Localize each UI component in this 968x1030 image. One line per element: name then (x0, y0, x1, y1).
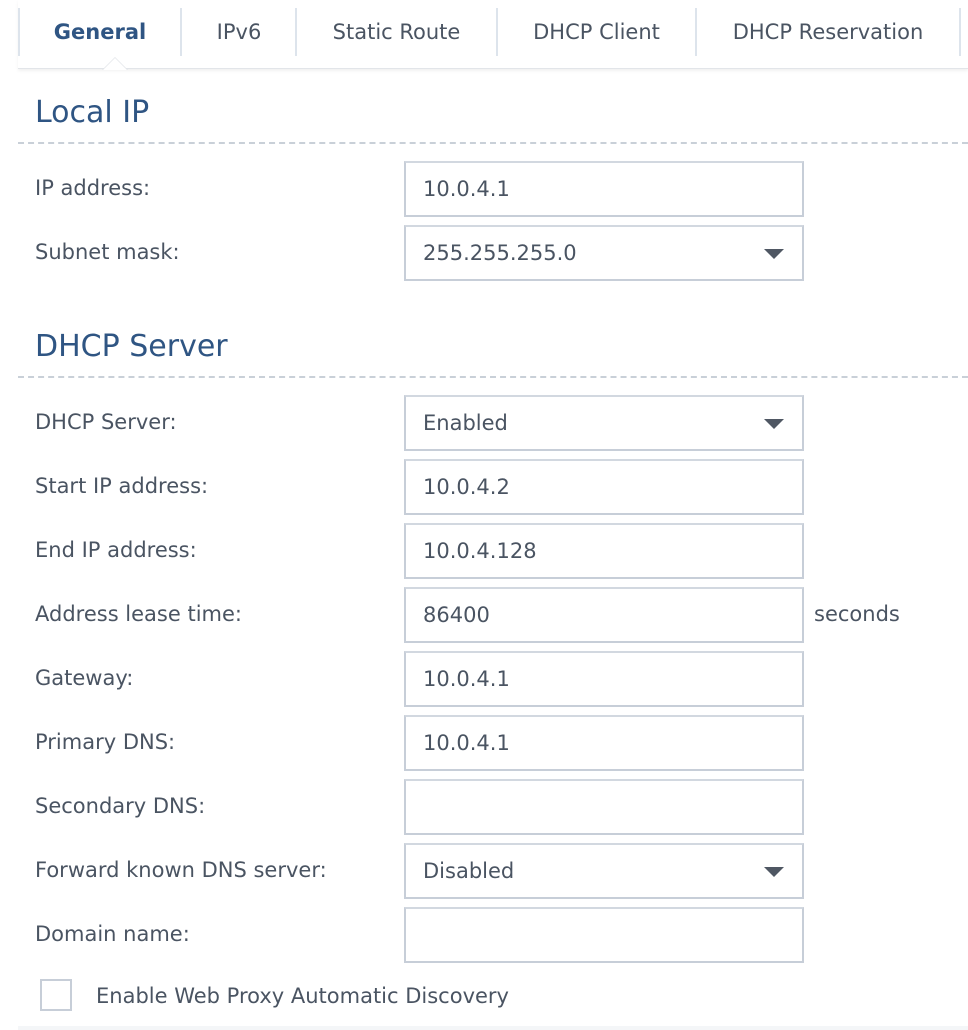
tab-bar: General IPv6 Static Route DHCP Client DH… (18, 0, 968, 70)
primary-dns-label: Primary DNS: (35, 730, 176, 754)
start-ip-input[interactable] (406, 461, 763, 513)
tab-ipv6[interactable]: IPv6 (182, 8, 296, 56)
dhcp-server-label: DHCP Server: (35, 410, 177, 434)
bottom-divider (18, 1026, 968, 1030)
ip-address-label: IP address: (35, 176, 151, 200)
section-divider (18, 142, 968, 144)
tab-dhcp-reservation[interactable]: DHCP Reservation (697, 8, 959, 56)
tab-static-route[interactable]: Static Route (297, 8, 496, 56)
forward-dns-select[interactable]: Disabled (404, 843, 804, 899)
forward-dns-value: Disabled (423, 859, 515, 883)
end-ip-label: End IP address: (35, 538, 197, 562)
secondary-dns-input[interactable] (406, 781, 763, 833)
tab-dhcp-client[interactable]: DHCP Client (498, 8, 695, 56)
ip-address-field-box (404, 161, 804, 217)
subnet-mask-label: Subnet mask: (35, 240, 180, 264)
subnet-mask-value: 255.255.255.0 (423, 241, 577, 265)
lease-time-input[interactable] (406, 589, 763, 641)
section-title-dhcp-server: DHCP Server (35, 329, 228, 364)
domain-name-label: Domain name: (35, 922, 190, 946)
end-ip-input[interactable] (406, 525, 763, 577)
dhcp-server-value: Enabled (423, 411, 508, 435)
tab-separator (959, 8, 961, 56)
ip-address-input[interactable] (406, 163, 763, 215)
dhcp-server-select[interactable]: Enabled (404, 395, 804, 451)
tab-general[interactable]: General (20, 8, 180, 56)
start-ip-field-box (404, 459, 804, 515)
secondary-dns-field-box (404, 779, 804, 835)
gateway-input[interactable] (406, 653, 763, 705)
start-ip-label: Start IP address: (35, 474, 209, 498)
secondary-dns-label: Secondary DNS: (35, 794, 206, 818)
gateway-field-box (404, 651, 804, 707)
lease-time-unit: seconds (814, 602, 900, 626)
active-tab-indicator (102, 57, 128, 70)
primary-dns-input[interactable] (406, 717, 763, 769)
gateway-label: Gateway: (35, 666, 134, 690)
section-divider (18, 376, 968, 378)
forward-dns-label: Forward known DNS server: (35, 858, 327, 882)
chevron-down-icon (764, 419, 784, 429)
chevron-down-icon (764, 867, 784, 877)
subnet-mask-select[interactable]: 255.255.255.0 (404, 225, 804, 281)
wpad-checkbox-label[interactable]: Enable Web Proxy Automatic Discovery (96, 978, 509, 1014)
section-title-local-ip: Local IP (35, 95, 150, 130)
lease-time-field-box (404, 587, 804, 643)
wpad-checkbox[interactable] (40, 979, 72, 1011)
domain-name-input[interactable] (406, 909, 763, 961)
chevron-down-icon (764, 249, 784, 259)
primary-dns-field-box (404, 715, 804, 771)
lease-time-label: Address lease time: (35, 602, 242, 626)
domain-name-field-box (404, 907, 804, 963)
end-ip-field-box (404, 523, 804, 579)
